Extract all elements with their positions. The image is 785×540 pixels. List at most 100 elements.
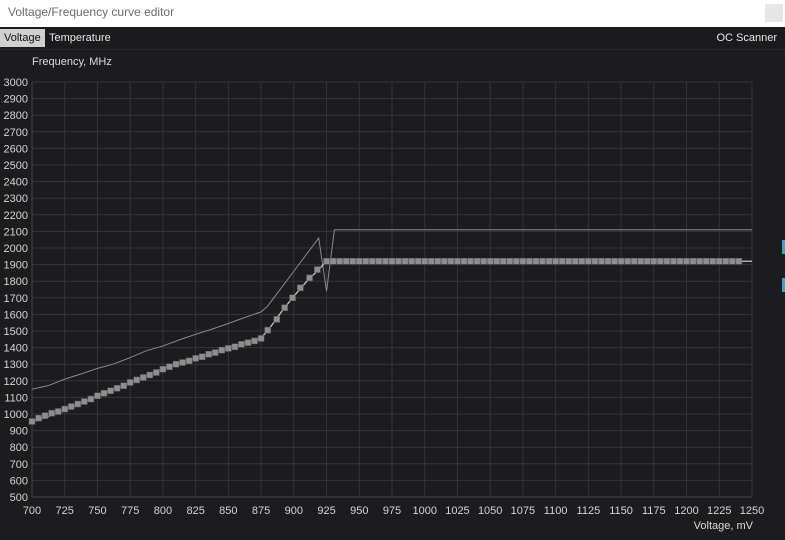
- curve-point[interactable]: [558, 258, 566, 265]
- curve-point[interactable]: [395, 258, 402, 265]
- curve-point[interactable]: [231, 343, 239, 351]
- curve-point[interactable]: [356, 258, 363, 265]
- curve-point[interactable]: [421, 258, 428, 265]
- curve-point[interactable]: [166, 363, 173, 370]
- curve-point[interactable]: [532, 258, 540, 265]
- curve-point[interactable]: [238, 341, 245, 348]
- curve-point[interactable]: [526, 258, 533, 265]
- curve-point[interactable]: [81, 398, 88, 405]
- curve-point[interactable]: [179, 359, 186, 366]
- curve-point[interactable]: [414, 258, 422, 265]
- curve-point[interactable]: [689, 258, 697, 265]
- curve-point[interactable]: [54, 408, 62, 415]
- curve-point[interactable]: [329, 258, 337, 265]
- curve-point[interactable]: [244, 339, 252, 346]
- curve-point[interactable]: [382, 258, 389, 265]
- curve-point[interactable]: [539, 258, 546, 265]
- curve-point[interactable]: [441, 258, 448, 265]
- curve-point[interactable]: [369, 258, 376, 265]
- curve-point[interactable]: [637, 258, 644, 265]
- curve-point[interactable]: [473, 258, 481, 265]
- curve-point[interactable]: [314, 266, 321, 273]
- curve-point[interactable]: [598, 258, 605, 265]
- curve-point[interactable]: [447, 258, 455, 265]
- curve-point[interactable]: [107, 387, 114, 395]
- curve-point[interactable]: [146, 371, 154, 379]
- curve-point[interactable]: [552, 258, 559, 265]
- curve-point[interactable]: [264, 326, 271, 334]
- curve-point[interactable]: [120, 382, 127, 390]
- curve-point[interactable]: [630, 258, 638, 265]
- curve-point[interactable]: [41, 412, 49, 419]
- curve-point[interactable]: [519, 258, 527, 265]
- curve-point[interactable]: [513, 258, 520, 265]
- curve-point[interactable]: [61, 405, 68, 413]
- curve-point[interactable]: [722, 258, 730, 265]
- curve-point[interactable]: [388, 258, 396, 265]
- curve-point[interactable]: [113, 385, 121, 392]
- curve-point[interactable]: [676, 258, 684, 265]
- curve-point[interactable]: [100, 390, 108, 397]
- curve-point[interactable]: [94, 392, 101, 399]
- curve-point[interactable]: [591, 258, 599, 265]
- curve-point[interactable]: [486, 258, 494, 265]
- curve-point[interactable]: [205, 350, 212, 358]
- curve-point[interactable]: [585, 258, 592, 265]
- curve-point[interactable]: [624, 258, 631, 265]
- curve-point[interactable]: [716, 258, 723, 265]
- curve-point[interactable]: [644, 258, 651, 265]
- curve-point[interactable]: [362, 258, 370, 265]
- curve-point[interactable]: [467, 258, 474, 265]
- curve-point[interactable]: [323, 258, 330, 265]
- curve-point[interactable]: [133, 376, 140, 384]
- curve-point[interactable]: [251, 337, 258, 345]
- curve-point[interactable]: [604, 258, 612, 265]
- curve-point[interactable]: [306, 274, 313, 282]
- curve-point[interactable]: [428, 258, 435, 265]
- curve-point[interactable]: [172, 360, 180, 368]
- curve-point[interactable]: [460, 258, 468, 265]
- curve-point[interactable]: [663, 258, 671, 265]
- curve-point[interactable]: [192, 355, 199, 362]
- curve-point[interactable]: [408, 258, 415, 265]
- curve-point[interactable]: [74, 400, 82, 408]
- curve-point[interactable]: [480, 258, 487, 265]
- curve-point[interactable]: [401, 258, 409, 265]
- curve-point[interactable]: [617, 258, 625, 265]
- curve-point[interactable]: [565, 258, 572, 265]
- curve-point[interactable]: [506, 258, 514, 265]
- curve-point[interactable]: [578, 258, 586, 265]
- curve-point[interactable]: [273, 316, 281, 323]
- curve-point[interactable]: [126, 379, 134, 386]
- curve-point[interactable]: [87, 395, 95, 403]
- curve-point[interactable]: [257, 335, 265, 342]
- curve-point[interactable]: [212, 349, 219, 356]
- curve-point[interactable]: [140, 374, 147, 381]
- curve-point[interactable]: [297, 284, 304, 292]
- curve-point[interactable]: [375, 258, 383, 265]
- curve-point[interactable]: [342, 258, 350, 265]
- curve-point[interactable]: [572, 258, 579, 265]
- curve-point[interactable]: [336, 258, 343, 265]
- curve-point[interactable]: [35, 414, 42, 422]
- curve-point[interactable]: [454, 258, 461, 265]
- curve-point[interactable]: [650, 258, 658, 265]
- curve-point[interactable]: [735, 258, 743, 265]
- curve-point[interactable]: [48, 409, 55, 417]
- curve-point[interactable]: [198, 353, 206, 360]
- curve-point[interactable]: [545, 258, 553, 265]
- curve-point[interactable]: [657, 258, 664, 265]
- curve-point[interactable]: [289, 294, 296, 302]
- curve-point[interactable]: [28, 418, 36, 425]
- curve-point[interactable]: [683, 258, 690, 265]
- curve-point[interactable]: [611, 258, 618, 265]
- curve-point[interactable]: [218, 346, 226, 354]
- curve-point[interactable]: [349, 258, 356, 265]
- curve-point[interactable]: [281, 304, 288, 312]
- curve-point[interactable]: [500, 258, 507, 265]
- vf-curve-chart[interactable]: 500 600 700 800 900 1000 1100 1200 1300 1400 1500 1…: [0, 0, 785, 540]
- curve-point[interactable]: [434, 258, 442, 265]
- curve-point[interactable]: [153, 369, 160, 376]
- curve-point[interactable]: [185, 357, 193, 365]
- curve-point[interactable]: [670, 258, 677, 265]
